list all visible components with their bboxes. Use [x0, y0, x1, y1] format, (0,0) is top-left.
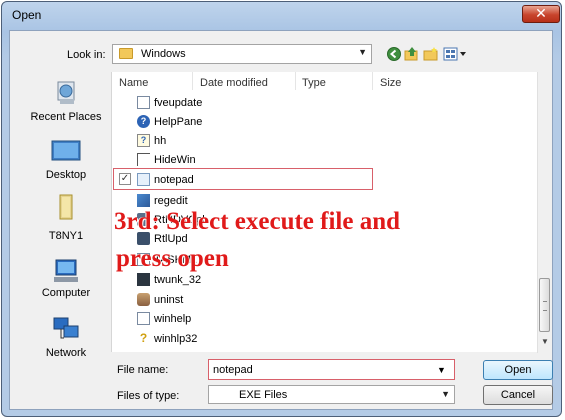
- open-button[interactable]: Open: [483, 360, 553, 380]
- selected-file-highlight: [113, 168, 373, 190]
- folder-icon: [119, 48, 133, 59]
- column-header-date-modified[interactable]: Date modified: [200, 77, 268, 89]
- scroll-down-arrow-icon[interactable]: ▼: [538, 337, 552, 346]
- file-name: winhlp32: [154, 333, 198, 345]
- desktop-icon: [50, 138, 82, 164]
- computer-icon: [50, 258, 82, 284]
- column-header-name[interactable]: Name: [119, 77, 148, 89]
- lookin-value: Windows: [141, 48, 186, 60]
- lookin-label: Look in:: [67, 49, 106, 61]
- help-icon: ?: [137, 115, 150, 128]
- files-of-type-label: Files of type:: [117, 390, 180, 402]
- regedit-icon: [137, 194, 150, 207]
- file-name: HelpPane: [154, 116, 203, 128]
- place-label: T8NY1: [48, 230, 84, 242]
- lookin-dropdown[interactable]: Windows ▼: [112, 44, 372, 64]
- exe-window-icon: [137, 312, 150, 325]
- help-doc-icon: ?: [137, 134, 150, 147]
- cancel-button[interactable]: Cancel: [483, 385, 553, 405]
- place-label: Computer: [41, 287, 91, 299]
- file-name: regedit: [154, 195, 188, 207]
- annotation-line-2: press open: [116, 245, 229, 272]
- file-name: hh: [154, 135, 167, 147]
- file-name: twunk_32: [154, 274, 202, 286]
- file-name: notepad: [154, 174, 194, 186]
- files-of-type-select[interactable]: EXE Files ▼: [208, 385, 455, 404]
- scanner-icon: [137, 273, 150, 286]
- file-name: uninst: [154, 294, 184, 306]
- help-question-icon: ?: [139, 331, 148, 345]
- files-of-type-value: EXE Files: [239, 389, 288, 401]
- chevron-down-icon[interactable]: ▼: [358, 47, 367, 57]
- window-icon: [137, 153, 150, 166]
- chevron-down-icon[interactable]: ▼: [437, 365, 446, 375]
- checkmark-icon[interactable]: ✓: [119, 173, 131, 185]
- column-divider[interactable]: [295, 72, 296, 90]
- file-name: fveupdate: [154, 97, 203, 109]
- scrollbar-thumb[interactable]: [539, 278, 550, 332]
- close-icon: ✕: [535, 5, 547, 21]
- back-icon[interactable]: [386, 46, 402, 62]
- place-label: Desktop: [45, 169, 87, 181]
- up-folder-icon[interactable]: [404, 46, 420, 62]
- exe-window-icon: [137, 96, 150, 109]
- new-folder-icon[interactable]: [423, 46, 439, 62]
- close-button[interactable]: ✕: [522, 5, 560, 23]
- column-divider[interactable]: [192, 72, 193, 90]
- network-icon: [50, 316, 82, 342]
- file-name: winhelp: [154, 313, 192, 325]
- notepad-icon: [137, 173, 150, 186]
- annotation-line-1: 3rd: Select execute file and: [114, 208, 401, 235]
- file-name: HideWin: [154, 154, 196, 166]
- place-label: Recent Places: [30, 111, 102, 123]
- chevron-down-icon[interactable]: ▼: [441, 389, 450, 399]
- file-name-label: File name:: [117, 364, 169, 376]
- file-name-input[interactable]: [208, 359, 455, 380]
- column-divider[interactable]: [372, 72, 373, 90]
- views-menu-icon[interactable]: [443, 46, 469, 62]
- uninstall-icon: [137, 293, 150, 306]
- recent-places-icon: [50, 80, 82, 106]
- place-label: Network: [45, 347, 87, 359]
- vertical-scrollbar[interactable]: ▼: [537, 72, 552, 353]
- user-folder-icon: [50, 194, 82, 220]
- dialog-title: Open: [12, 8, 42, 22]
- places-bar: Recent Places Desktop T8NY1 Computer Net…: [22, 78, 110, 374]
- grip-icon: [543, 301, 547, 311]
- column-header-type[interactable]: Type: [302, 77, 326, 89]
- column-header-size[interactable]: Size: [380, 77, 401, 89]
